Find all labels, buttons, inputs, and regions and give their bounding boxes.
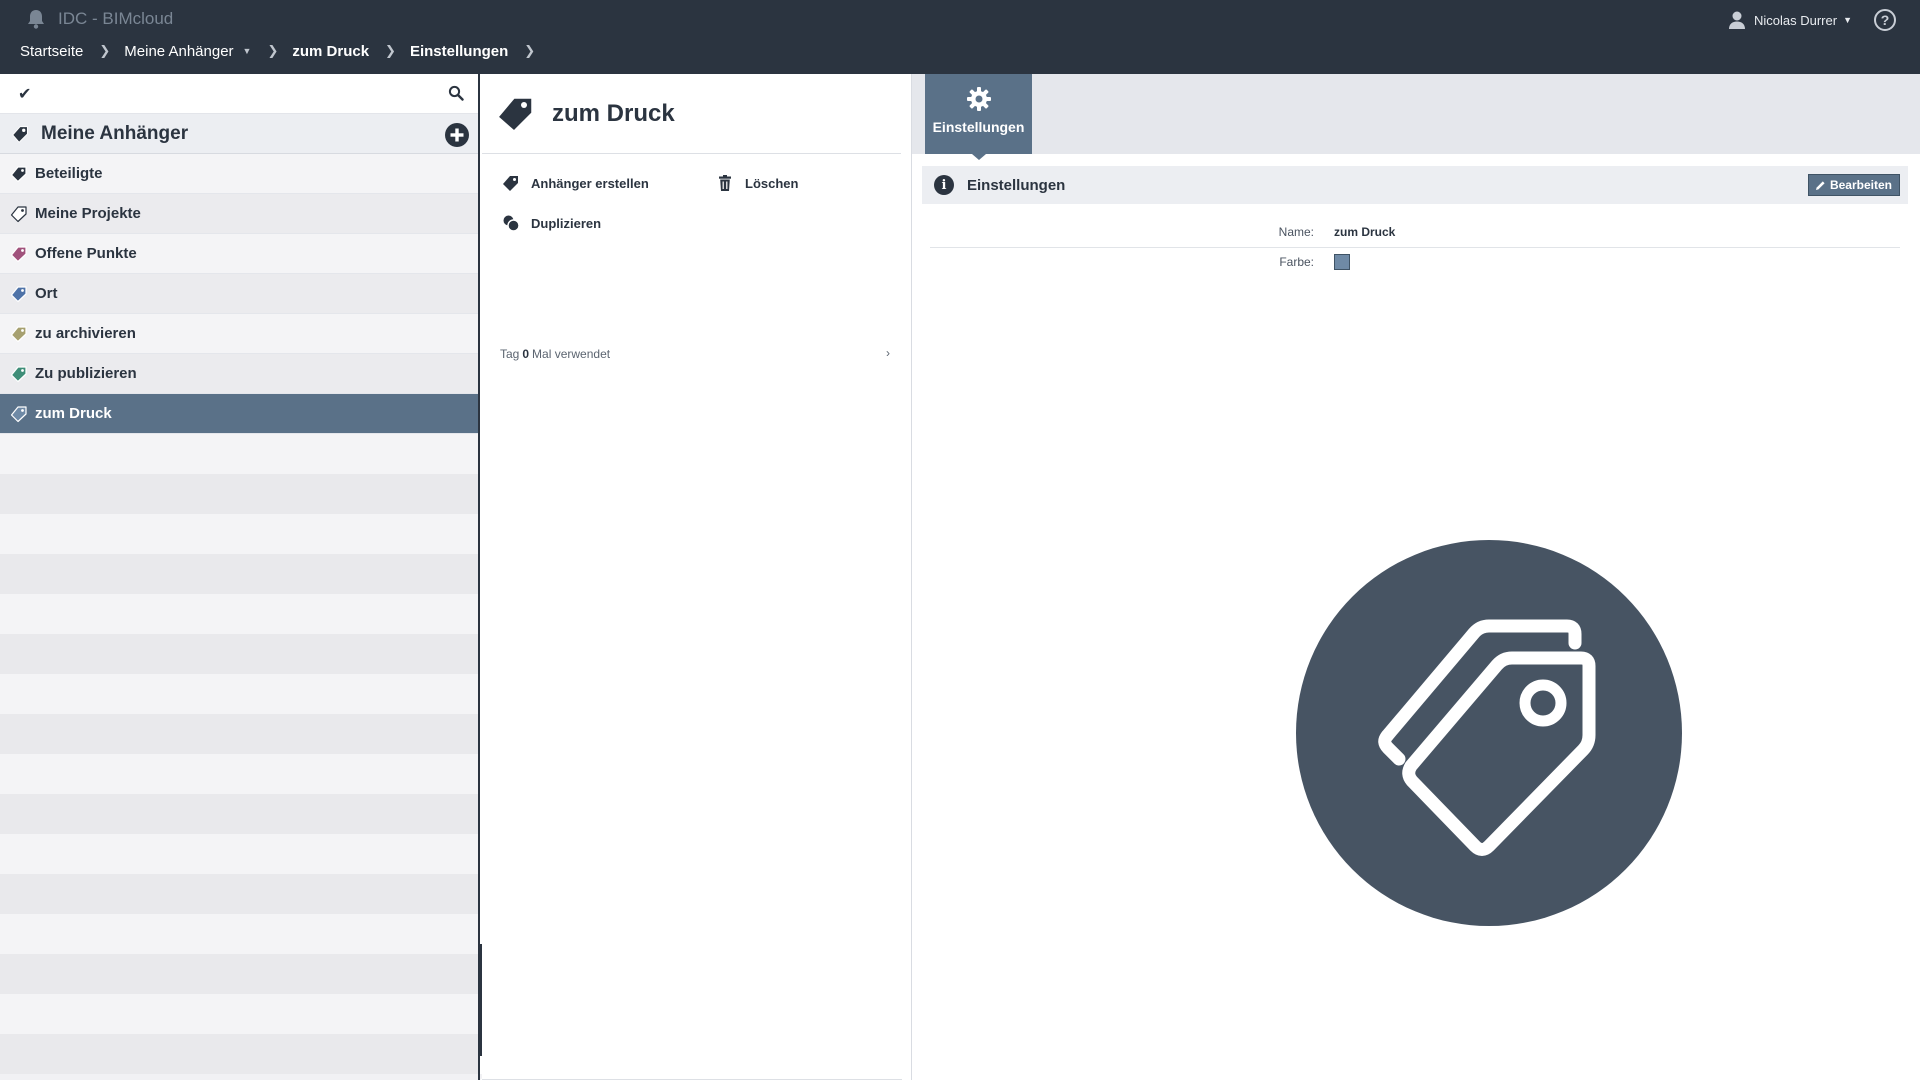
delete-button[interactable]: Löschen (716, 174, 798, 192)
usage-count: 0 (522, 347, 530, 361)
usage-prefix: Tag (500, 347, 520, 361)
sidebar-item-meine-projekte[interactable]: Meine Projekte (0, 194, 478, 234)
sidebar-item-zu-publizieren[interactable]: Zu publizieren (0, 354, 478, 394)
settings-panel: Einstellungen i Einstellungen Bearbeiten… (912, 74, 1920, 1080)
color-label: Farbe: (1279, 255, 1314, 269)
bell-icon[interactable] (24, 8, 48, 30)
tab-bar: Einstellungen (912, 74, 1920, 160)
sidebar-item-label: Zu publizieren (35, 365, 137, 382)
empty-list-area (0, 434, 478, 1074)
trash-icon (719, 175, 731, 191)
detail-header: zum Druck (482, 74, 901, 154)
sidebar-item-label: Meine Projekte (35, 205, 141, 222)
duplicate-button[interactable]: Duplizieren (502, 214, 601, 232)
gear-icon (966, 87, 991, 111)
user-name: Nicolas Durrer (1754, 12, 1838, 28)
duplicate-icon (503, 215, 520, 232)
breadcrumb: Startseite ❯ Meine Anhänger ▼ ❯ zum Druc… (20, 41, 549, 61)
name-label: Name: (1278, 225, 1314, 239)
name-field-row: Name: zum Druck (930, 218, 1900, 246)
usage-row[interactable]: Tag 0 Mal verwendet › (500, 344, 890, 364)
breadcrumb-my-tags[interactable]: Meine Anhänger (124, 43, 233, 60)
edit-button[interactable]: Bearbeiten (1807, 174, 1900, 196)
sidebar-title: Meine Anhänger (41, 122, 189, 144)
breadcrumb-current[interactable]: zum Druck (292, 43, 369, 60)
tag-icon (12, 125, 28, 143)
sidebar-toolbar: ✔ (0, 74, 478, 114)
chevron-down-icon: ▼ (1843, 15, 1852, 25)
tag-icon (10, 365, 27, 382)
duplicate-label: Duplizieren (531, 215, 602, 231)
color-field-row: Farbe: (930, 248, 1900, 276)
sidebar-item-label: zum Druck (35, 405, 112, 422)
detail-title: zum Druck (552, 99, 675, 127)
sidebar-item-label: Beteiligte (35, 165, 103, 182)
tag-icon (10, 165, 27, 182)
tag-icon (10, 325, 27, 342)
chevron-right-icon: ❯ (524, 43, 536, 58)
sidebar-item-zum-druck[interactable]: zum Druck (0, 394, 478, 434)
sidebar-item-label: zu archivieren (35, 325, 136, 342)
tag-placeholder-image (1296, 540, 1682, 926)
sidebar-item-beteiligte[interactable]: Beteiligte (0, 154, 478, 194)
name-value: zum Druck (1334, 225, 1396, 239)
add-icon[interactable] (445, 123, 469, 147)
help-icon[interactable]: ? (1874, 9, 1896, 31)
sidebar-item-label: Offene Punkte (35, 245, 137, 262)
app-name: IDC - BIMcloud (58, 9, 174, 28)
user-icon (1729, 11, 1745, 29)
info-icon: i (934, 175, 954, 195)
sidebar-item-label: Ort (35, 285, 58, 302)
sidebar-item-zu-archivieren[interactable]: zu archivieren (0, 314, 478, 354)
create-tag-label: Anhänger erstellen (531, 175, 649, 191)
color-swatch (1334, 254, 1350, 270)
delete-label: Löschen (745, 175, 799, 191)
tags-icon (1378, 619, 1596, 856)
sidebar-header: Meine Anhänger (0, 114, 478, 154)
tag-detail-panel: zum Druck Anhänger erstellen Löschen Dup… (482, 74, 912, 1080)
search-icon[interactable] (448, 85, 464, 101)
pencil-icon (1815, 180, 1825, 190)
chevron-right-icon: › (886, 346, 890, 360)
sidebar-item-offene-punkte[interactable]: Offene Punkte (0, 234, 478, 274)
chevron-down-icon[interactable]: ▼ (243, 46, 252, 56)
chevron-right-icon: ❯ (99, 43, 111, 58)
user-menu[interactable]: Nicolas Durrer ▼ ? (1728, 8, 1896, 32)
chevron-right-icon: ❯ (385, 43, 396, 58)
tag-icon (10, 205, 27, 222)
tags-sidebar: ✔ Meine Anhänger Beteiligte Meine Projekt… (0, 74, 480, 1080)
edit-label: Bearbeiten (1829, 178, 1892, 192)
tag-icon (10, 245, 27, 262)
top-bar: IDC - BIMcloud Nicolas Durrer ▼ ? Starts… (0, 0, 1920, 74)
breadcrumb-home[interactable]: Startseite (20, 43, 83, 60)
check-icon[interactable]: ✔ (18, 84, 31, 104)
chevron-right-icon: ❯ (267, 43, 279, 58)
tag-icon (503, 176, 518, 191)
app-title: IDC - BIMcloud (24, 8, 173, 30)
settings-section-header: i Einstellungen Bearbeiten (922, 166, 1908, 204)
tab-settings-label: Einstellungen (932, 119, 1025, 135)
tab-pointer (972, 154, 986, 160)
tab-settings[interactable]: Einstellungen (925, 74, 1032, 160)
breadcrumb-section[interactable]: Einstellungen (410, 43, 508, 60)
tag-icon (10, 405, 27, 422)
sidebar-item-ort[interactable]: Ort (0, 274, 478, 314)
create-tag-button[interactable]: Anhänger erstellen (502, 174, 649, 192)
tag-icon (10, 285, 27, 302)
tag-icon (496, 96, 533, 132)
section-title: Einstellungen (967, 176, 1066, 194)
tag-list: Beteiligte Meine Projekte Offene Punkte Ort… (0, 154, 478, 434)
usage-suffix: Mal verwendet (532, 347, 611, 361)
